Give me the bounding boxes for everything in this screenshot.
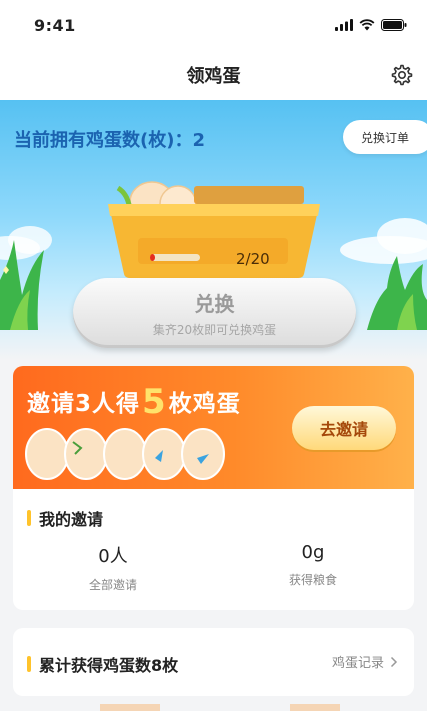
egg-basket-illustration <box>108 181 320 278</box>
section-accent-bar <box>27 656 31 672</box>
exchange-hint: 集齐20枚即可兑换鸡蛋 <box>152 323 277 337</box>
exchange-orders-button[interactable]: 兑换订单 <box>343 120 427 154</box>
invite-headline: 邀请3人得5枚鸡蛋 <box>27 380 241 422</box>
total-eggs-card: 累计获得鸡蛋数8枚 鸡蛋记录 <box>13 628 414 696</box>
page-title: 领鸡蛋 <box>186 66 241 87</box>
egg-count-label: 当前拥有鸡蛋数(枚)： <box>14 130 193 151</box>
egg-progress-bar <box>150 254 200 261</box>
stat-total-invites: 0人 全部邀请 <box>33 542 193 593</box>
exchange-button-label: 兑换 <box>194 292 235 316</box>
egg-progress-text: 2/20 <box>236 250 270 268</box>
total-eggs-title: 累计获得鸡蛋数8枚 <box>39 656 179 675</box>
stat-value: 0人 <box>98 546 128 567</box>
gear-icon[interactable] <box>389 63 413 87</box>
my-invites-title: 我的邀请 <box>39 510 104 529</box>
status-icons <box>335 19 407 31</box>
signal-icon <box>335 19 353 31</box>
stat-food-gained: 0g 获得粮食 <box>233 542 393 588</box>
section-accent-bar <box>27 510 31 526</box>
my-invites-header: 我的邀请 <box>27 506 103 530</box>
invite-card: 邀请3人得5枚鸡蛋 去邀请 我的邀请 0人 全部邀请 0g 获得粮食 <box>13 366 414 610</box>
egg-records-label: 鸡蛋记录 <box>331 656 384 671</box>
status-bar: 9:41 <box>0 0 427 50</box>
bottom-decoration <box>100 704 340 711</box>
stat-label: 获得粮食 <box>288 573 337 587</box>
wifi-icon <box>359 19 375 31</box>
eggs-illustration <box>25 428 225 480</box>
exchange-button[interactable]: 兑换 集齐20枚即可兑换鸡蛋 <box>73 278 356 348</box>
invite-headline-post: 枚鸡蛋 <box>168 391 241 417</box>
total-eggs-header: 累计获得鸡蛋数8枚 <box>27 652 178 676</box>
go-invite-button[interactable]: 去邀请 <box>292 406 396 450</box>
invite-headline-pre: 邀请3人得 <box>27 391 141 417</box>
grass-decoration <box>367 256 427 330</box>
stat-value: 0g <box>301 542 325 563</box>
egg-count-value: 2 <box>192 130 205 151</box>
nav-bar: 领鸡蛋 <box>0 50 427 100</box>
status-time: 9:41 <box>34 15 76 35</box>
stat-label: 全部邀请 <box>88 578 137 592</box>
egg-records-link[interactable]: 鸡蛋记录 <box>332 652 398 671</box>
battery-icon <box>381 19 407 31</box>
invite-banner: 邀请3人得5枚鸡蛋 去邀请 <box>13 366 414 489</box>
chevron-right-icon <box>390 656 398 667</box>
invite-headline-number: 5 <box>142 382 167 422</box>
egg-count: 当前拥有鸡蛋数(枚)：2 <box>14 126 205 152</box>
grass-decoration <box>0 240 44 330</box>
